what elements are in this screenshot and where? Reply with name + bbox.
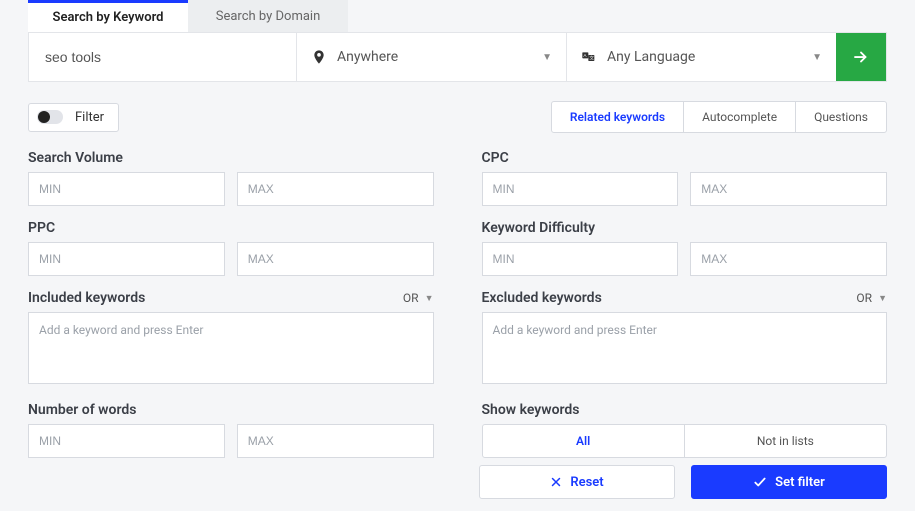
included-logic-label: OR	[403, 291, 419, 305]
label-show-keywords: Show keywords	[482, 402, 888, 418]
kd-min[interactable]	[482, 242, 679, 276]
language-select[interactable]: A文 Any Language ▼	[566, 33, 836, 81]
location-pin-icon	[311, 49, 327, 65]
tab-search-by-keyword[interactable]: Search by Keyword	[28, 0, 188, 32]
action-buttons: Reset Set filter	[479, 465, 887, 499]
filter-toggle-label: Filter	[75, 110, 104, 125]
ppc-min[interactable]	[28, 242, 225, 276]
label-excluded-keywords: Excluded keywords	[482, 290, 602, 306]
reset-button-label: Reset	[570, 475, 603, 490]
show-keywords-segmented: All Not in lists	[482, 424, 888, 458]
label-ppc: PPC	[28, 220, 434, 236]
keyword-input[interactable]	[29, 33, 296, 81]
svg-text:文: 文	[589, 55, 594, 62]
label-number-of-words: Number of words	[28, 402, 434, 418]
included-logic-select[interactable]: OR ▼	[403, 291, 434, 305]
num-words-min[interactable]	[28, 424, 225, 458]
check-icon	[753, 475, 767, 489]
tab-related-keywords[interactable]: Related keywords	[552, 102, 683, 132]
label-included-keywords: Included keywords	[28, 290, 145, 306]
search-mode-tabs: Search by Keyword Search by Domain	[28, 0, 887, 32]
tab-questions[interactable]: Questions	[795, 102, 886, 132]
arrow-right-icon	[852, 48, 870, 66]
excluded-keywords-input[interactable]	[482, 312, 888, 384]
language-label: Any Language	[607, 49, 695, 65]
seg-not-in-lists[interactable]: Not in lists	[684, 425, 886, 457]
toggle-thumb	[38, 111, 50, 123]
chevron-down-icon: ▼	[878, 293, 887, 304]
toggle-track	[37, 110, 63, 124]
cpc-min[interactable]	[482, 172, 679, 206]
reset-button[interactable]: Reset	[479, 465, 675, 499]
search-volume-max[interactable]	[237, 172, 434, 206]
chevron-down-icon: ▼	[812, 52, 822, 63]
close-icon	[550, 476, 562, 488]
excluded-logic-select[interactable]: OR ▼	[856, 291, 887, 305]
search-button[interactable]	[836, 33, 886, 81]
set-filter-button-label: Set filter	[775, 475, 825, 490]
label-search-volume: Search Volume	[28, 150, 434, 166]
keyword-type-tabs: Related keywords Autocomplete Questions	[551, 101, 887, 133]
chevron-down-icon: ▼	[425, 293, 434, 304]
tab-autocomplete[interactable]: Autocomplete	[683, 102, 795, 132]
language-icon: A文	[581, 49, 597, 65]
filters-panel: Search Volume PPC Included keywords OR ▼	[28, 150, 887, 458]
ppc-max[interactable]	[237, 242, 434, 276]
location-select[interactable]: Anywhere ▼	[296, 33, 566, 81]
chevron-down-icon: ▼	[542, 52, 552, 63]
included-keywords-input[interactable]	[28, 312, 434, 384]
seg-all[interactable]: All	[483, 425, 684, 457]
filter-toggle[interactable]: Filter	[28, 103, 119, 132]
kd-max[interactable]	[690, 242, 887, 276]
num-words-max[interactable]	[237, 424, 434, 458]
excluded-logic-label: OR	[856, 291, 872, 305]
label-keyword-difficulty: Keyword Difficulty	[482, 220, 888, 236]
search-volume-min[interactable]	[28, 172, 225, 206]
set-filter-button[interactable]: Set filter	[691, 465, 887, 499]
location-label: Anywhere	[337, 49, 398, 65]
search-bar: Anywhere ▼ A文 Any Language ▼	[28, 32, 887, 82]
cpc-max[interactable]	[690, 172, 887, 206]
label-cpc: CPC	[482, 150, 888, 166]
tab-search-by-domain[interactable]: Search by Domain	[188, 0, 348, 32]
